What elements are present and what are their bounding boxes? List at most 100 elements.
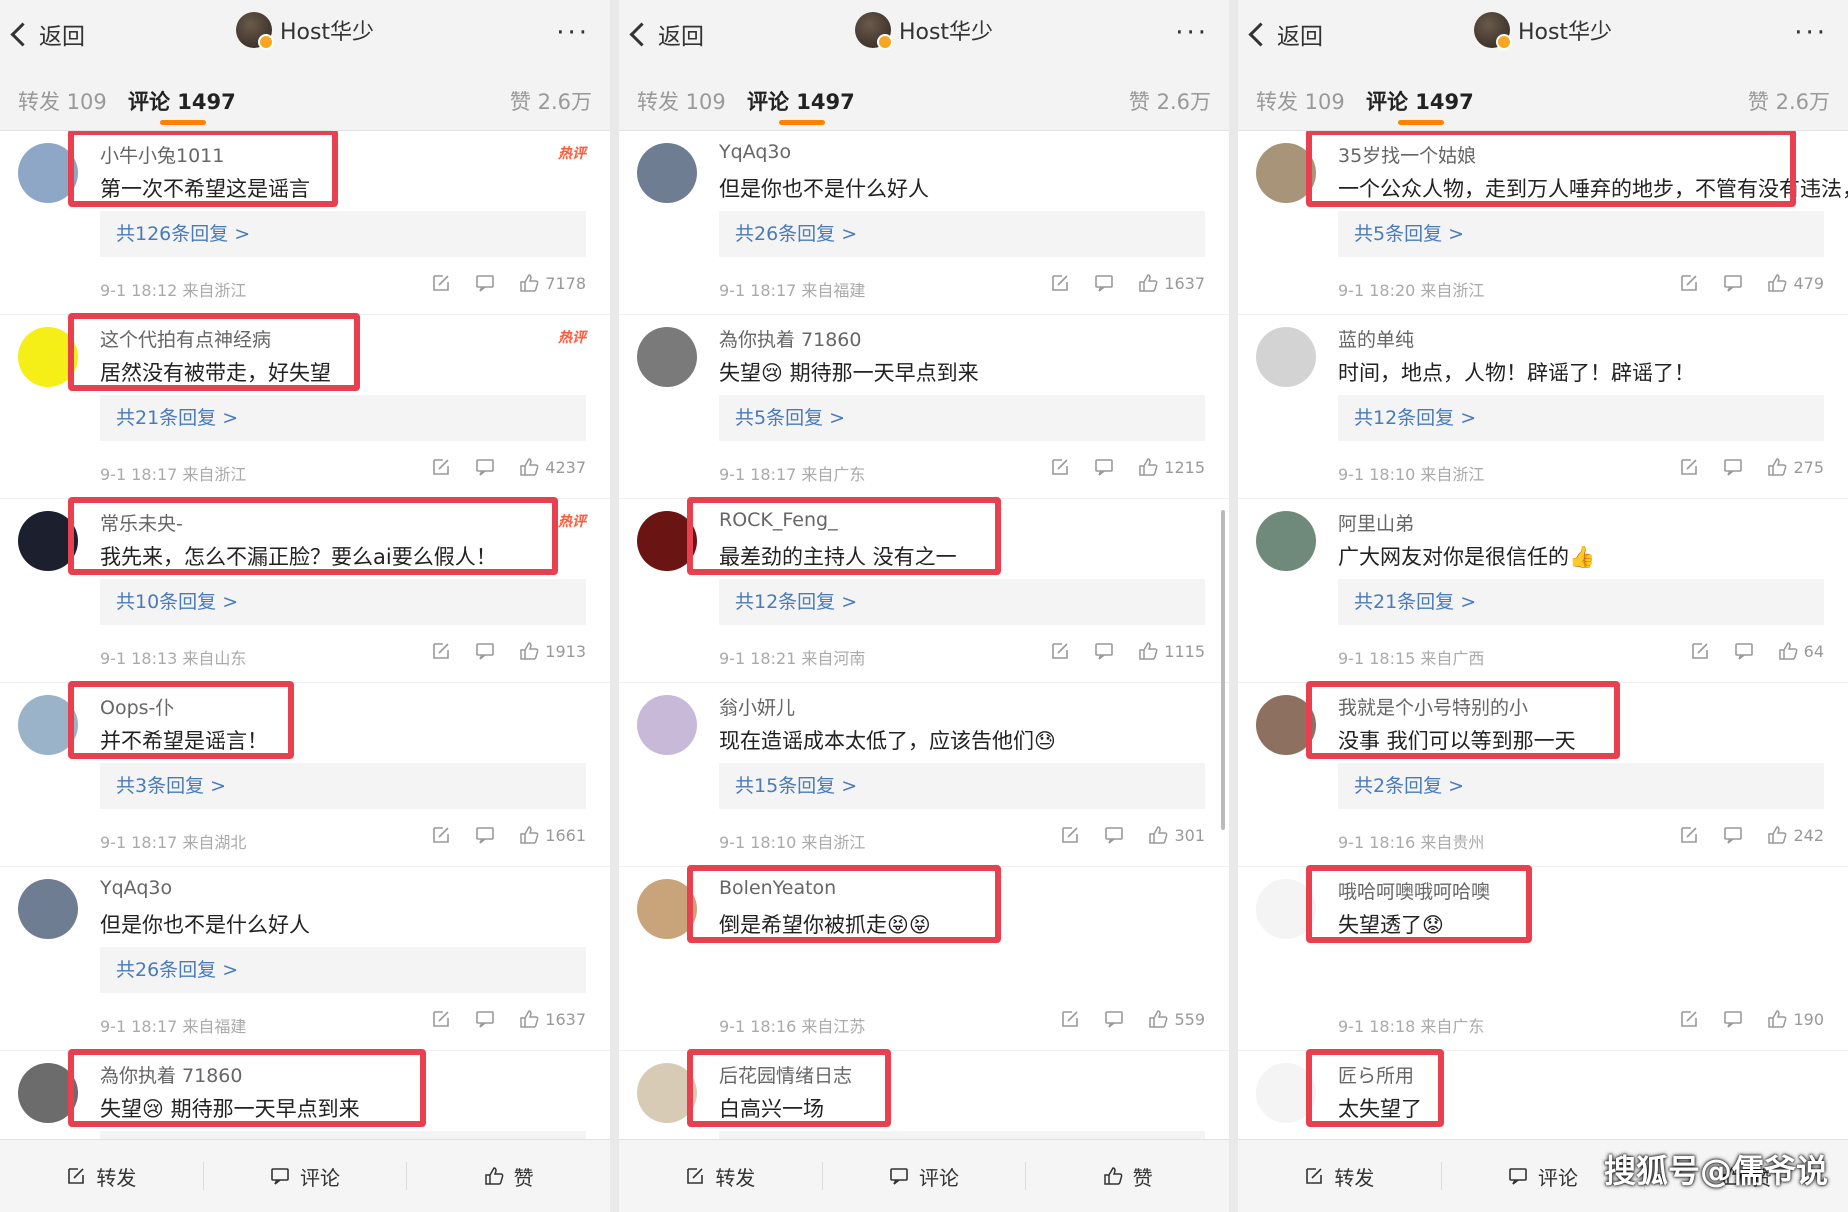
commenter-name[interactable]: BolenYeaton <box>719 877 836 899</box>
view-replies-link[interactable]: 共26条回复 > <box>719 211 1205 257</box>
commenter-name[interactable]: 这个代拍有点神经病 <box>100 325 271 352</box>
reply-icon[interactable] <box>1734 641 1754 661</box>
view-replies-link[interactable]: 共10条回复 > <box>100 579 586 625</box>
commenter-name[interactable]: 蓝的单纯 <box>1338 325 1414 352</box>
commenter-avatar[interactable] <box>637 879 697 939</box>
reply-icon[interactable] <box>1094 457 1114 477</box>
commenter-name[interactable]: 后花园情绪日志 <box>719 1061 852 1088</box>
tab-comments[interactable]: 评论 1497 <box>747 86 855 116</box>
view-replies-link[interactable]: 共12条回复 > <box>1338 395 1824 441</box>
commenter-name[interactable]: 小牛小兔1011 <box>100 141 224 168</box>
view-replies-link[interactable]: 共21条回复 > <box>1338 579 1824 625</box>
like-button[interactable]: 4237 <box>519 457 586 477</box>
share-icon[interactable] <box>1050 457 1070 477</box>
tab-comments[interactable]: 评论 1497 <box>1366 86 1474 116</box>
commenter-avatar[interactable] <box>1256 879 1316 939</box>
commenter-avatar[interactable] <box>637 327 697 387</box>
share-icon[interactable] <box>431 825 451 845</box>
share-icon[interactable] <box>1060 825 1080 845</box>
comment-button[interactable]: 评论 <box>823 1162 1026 1191</box>
commenter-avatar[interactable] <box>1256 143 1316 203</box>
commenter-avatar[interactable] <box>18 327 78 387</box>
repost-button[interactable]: 转发 <box>0 1162 203 1191</box>
view-replies-link[interactable]: 共12条回复 > <box>719 579 1205 625</box>
like-button[interactable]: 559 <box>1148 1009 1205 1029</box>
more-options-icon[interactable]: ··· <box>556 18 590 48</box>
commenter-name[interactable]: 翁小妍儿 <box>719 693 795 720</box>
commenter-name[interactable]: 匠ら所用 <box>1338 1061 1414 1088</box>
reply-icon[interactable] <box>1723 273 1743 293</box>
share-icon[interactable] <box>1690 641 1710 661</box>
share-icon[interactable] <box>431 457 451 477</box>
share-icon[interactable] <box>1679 273 1699 293</box>
view-replies-link[interactable]: 共5条回复 > <box>1338 211 1824 257</box>
like-button[interactable]: 1215 <box>1138 457 1205 477</box>
tab-likes[interactable]: 赞 2.6万 <box>1129 86 1211 116</box>
commenter-avatar[interactable] <box>1256 511 1316 571</box>
like-button[interactable]: 1637 <box>1138 273 1205 293</box>
reply-icon[interactable] <box>1723 1009 1743 1029</box>
commenter-avatar[interactable] <box>18 511 78 571</box>
tab-reposts[interactable]: 转发 109 <box>637 86 726 116</box>
share-icon[interactable] <box>431 641 451 661</box>
reply-icon[interactable] <box>1104 825 1124 845</box>
repost-button[interactable]: 转发 <box>619 1162 822 1191</box>
share-icon[interactable] <box>431 273 451 293</box>
commenter-avatar[interactable] <box>18 695 78 755</box>
commenter-name[interactable]: Oops-仆 <box>100 693 174 720</box>
view-replies-link[interactable]: 共21条回复 > <box>100 395 586 441</box>
view-replies-link[interactable]: 共26条回复 > <box>100 947 586 993</box>
commenter-avatar[interactable] <box>1256 695 1316 755</box>
like-post-button[interactable]: 赞 <box>407 1162 610 1191</box>
tab-reposts[interactable]: 转发 109 <box>18 86 107 116</box>
host-profile-link[interactable]: Host华少 <box>235 12 374 50</box>
like-button[interactable]: 1115 <box>1138 641 1205 661</box>
like-button[interactable]: 1661 <box>519 825 586 845</box>
commenter-name[interactable]: 哦哈呵噢哦呵哈噢 <box>1338 877 1490 904</box>
like-button[interactable]: 1637 <box>519 1009 586 1029</box>
reply-icon[interactable] <box>1104 1009 1124 1029</box>
tab-reposts[interactable]: 转发 109 <box>1256 86 1345 116</box>
reply-icon[interactable] <box>1094 641 1114 661</box>
view-replies-link[interactable]: 共3条回复 > <box>100 763 586 809</box>
view-replies-link[interactable]: 共5条回复 > <box>719 395 1205 441</box>
commenter-avatar[interactable] <box>637 1063 697 1123</box>
like-button[interactable]: 479 <box>1767 273 1824 293</box>
reply-icon[interactable] <box>475 641 495 661</box>
view-replies-link[interactable]: 共126条回复 > <box>100 211 586 257</box>
reply-icon[interactable] <box>475 457 495 477</box>
tab-likes[interactable]: 赞 2.6万 <box>1748 86 1830 116</box>
commenter-name[interactable]: 常乐未央- <box>100 509 183 536</box>
reply-icon[interactable] <box>475 1009 495 1029</box>
scrollbar[interactable] <box>1221 510 1225 830</box>
commenter-avatar[interactable] <box>18 143 78 203</box>
like-post-button[interactable]: 赞 <box>1026 1162 1229 1191</box>
repost-button[interactable]: 转发 <box>1238 1162 1441 1191</box>
share-icon[interactable] <box>1679 1009 1699 1029</box>
share-icon[interactable] <box>1060 1009 1080 1029</box>
commenter-avatar[interactable] <box>637 511 697 571</box>
like-button[interactable]: 1913 <box>519 641 586 661</box>
like-button[interactable]: 64 <box>1778 641 1824 661</box>
reply-icon[interactable] <box>475 273 495 293</box>
like-button[interactable]: 301 <box>1148 825 1205 845</box>
share-icon[interactable] <box>431 1009 451 1029</box>
commenter-name[interactable]: 阿里山弟 <box>1338 509 1414 536</box>
comment-button[interactable]: 评论 <box>204 1162 407 1191</box>
reply-icon[interactable] <box>475 825 495 845</box>
commenter-name[interactable]: 為你执着 71860 <box>100 1061 242 1088</box>
commenter-name[interactable]: 35岁找一个姑娘 <box>1338 141 1476 168</box>
more-options-icon[interactable]: ··· <box>1794 18 1828 48</box>
commenter-name[interactable]: ROCK_Feng_ <box>719 509 838 531</box>
tab-comments[interactable]: 评论 1497 <box>128 86 236 116</box>
host-profile-link[interactable]: Host华少 <box>854 12 993 50</box>
tab-likes[interactable]: 赞 2.6万 <box>510 86 592 116</box>
commenter-avatar[interactable] <box>1256 327 1316 387</box>
view-replies-link[interactable]: 共15条回复 > <box>719 763 1205 809</box>
more-options-icon[interactable]: ··· <box>1175 18 1209 48</box>
share-icon[interactable] <box>1679 457 1699 477</box>
host-profile-link[interactable]: Host华少 <box>1473 12 1612 50</box>
commenter-avatar[interactable] <box>637 143 697 203</box>
view-replies-link[interactable]: 共2条回复 > <box>1338 763 1824 809</box>
commenter-name[interactable]: YqAq3o <box>719 141 791 163</box>
